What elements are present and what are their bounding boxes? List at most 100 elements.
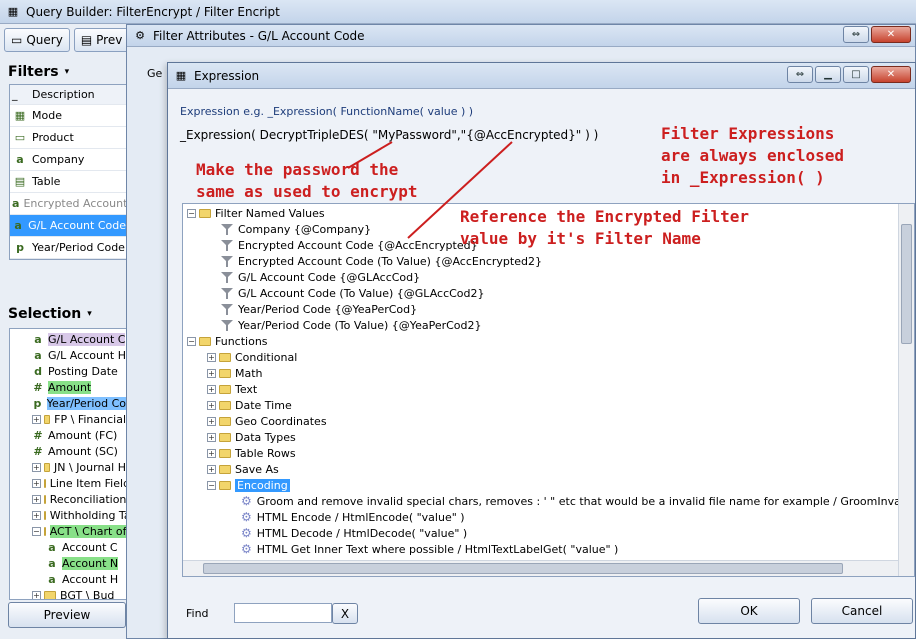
selection-row[interactable]: a Account H <box>10 571 126 587</box>
restore-icon[interactable]: ⇔ <box>787 66 813 83</box>
selection-row[interactable]: + BGT \ Bud <box>10 587 126 600</box>
close-icon[interactable]: ✕ <box>871 66 911 83</box>
selection-row-label: FP \ Financial <box>54 412 126 426</box>
filter-row[interactable]: ▤ Table <box>10 171 126 193</box>
filter-value-item[interactable]: G/L Account Code (To Value) {@GLAccCod2} <box>183 285 914 301</box>
a-icon: a <box>34 332 42 346</box>
filter-row[interactable]: a G/L Account Code <box>10 215 126 237</box>
annotation-reference: Reference the Encrypted Filter value by … <box>460 207 749 248</box>
preview-tab[interactable]: ▤ Prev <box>73 28 130 52</box>
expression-controls: ⇔ ▁ □ ✕ <box>787 66 911 83</box>
filters-header[interactable]: Filters ▾ <box>8 64 69 80</box>
selection-row[interactable]: + FP \ Financial <box>10 411 126 427</box>
selection-row[interactable]: # Amount <box>10 379 126 395</box>
filter-value-label: G/L Account Code (To Value) {@GLAccCod2} <box>238 286 485 300</box>
selection-row-label: BGT \ Bud <box>60 588 115 600</box>
selection-row[interactable]: a Account C <box>10 539 126 555</box>
cancel-button[interactable]: Cancel <box>811 598 913 624</box>
expression-tree: − Filter Named Values Company {@Company}… <box>182 203 915 577</box>
description-column-header[interactable]: Description <box>32 88 95 101</box>
function-group-item[interactable]: + Math <box>183 365 914 381</box>
ok-button[interactable]: OK <box>698 598 800 624</box>
expand-icon[interactable]: + <box>207 368 216 378</box>
find-input[interactable] <box>234 603 332 623</box>
selection-row[interactable]: + Reconciliation <box>10 491 126 507</box>
tree-node-functions[interactable]: − Functions <box>183 333 914 349</box>
selection-row[interactable]: d Posting Date <box>10 363 126 379</box>
scroll-thumb[interactable] <box>901 224 912 344</box>
filter-attr-tab[interactable]: Ge <box>147 67 162 80</box>
filter-row[interactable]: ▭ Product <box>10 127 126 149</box>
encoding-function-label: HTML Decode / HtmlDecode( "value" ) <box>256 526 468 540</box>
selection-row[interactable]: − ACT \ Chart of <box>10 523 126 539</box>
encoding-function-item[interactable]: ⚙ Groom and remove invalid special chars,… <box>183 493 914 509</box>
expand-icon[interactable]: + <box>32 590 41 599</box>
selection-row[interactable]: a G/L Account C <box>10 331 126 347</box>
function-group-item[interactable]: + Text <box>183 381 914 397</box>
function-groups-list: + Conditional + Math + Text + Date Time + Geo Coo… <box>183 349 914 477</box>
selection-row[interactable]: p Year/Period Co <box>10 395 126 411</box>
folder-icon <box>219 464 231 474</box>
query-tab[interactable]: ▭ Query <box>4 28 70 52</box>
close-icon[interactable]: ✕ <box>871 26 911 43</box>
expand-icon[interactable]: + <box>32 494 41 504</box>
expand-icon[interactable]: + <box>32 462 41 472</box>
filter-value-item[interactable]: Year/Period Code {@YeaPerCod} <box>183 301 914 317</box>
tree-horizontal-scrollbar[interactable] <box>183 560 898 576</box>
expand-icon[interactable]: − <box>32 526 41 536</box>
function-group-item[interactable]: + Date Time <box>183 397 914 413</box>
expand-icon[interactable]: + <box>207 464 216 474</box>
collapse-icon[interactable]: − <box>187 336 196 346</box>
expand-icon[interactable]: + <box>32 478 41 488</box>
expand-icon[interactable]: + <box>207 416 216 426</box>
expand-icon[interactable]: + <box>207 352 216 362</box>
function-group-item[interactable]: + Save As <box>183 461 914 477</box>
filter-value-item[interactable]: Encrypted Account Code (To Value) {@AccE… <box>183 253 914 269</box>
a-icon: a <box>16 153 24 166</box>
filter-value-item[interactable]: G/L Account Code {@GLAccCod} <box>183 269 914 285</box>
function-group-item[interactable]: + Conditional <box>183 349 914 365</box>
encoding-function-item[interactable]: ⚙ HTML Get Inner Text where possible / Ht… <box>183 541 914 557</box>
function-group-label: Geo Coordinates <box>235 414 327 428</box>
expand-icon[interactable]: + <box>32 510 41 520</box>
preview-button[interactable]: Preview <box>8 602 126 628</box>
function-group-label: Math <box>235 366 263 380</box>
filter-value-item[interactable]: Year/Period Code (To Value) {@YeaPerCod2… <box>183 317 914 333</box>
funnel-icon <box>221 239 233 251</box>
encoding-function-item[interactable]: ⚙ HTML Decode / HtmlDecode( "value" ) <box>183 525 914 541</box>
function-group-item[interactable]: + Geo Coordinates <box>183 413 914 429</box>
selection-row[interactable]: # Amount (SC) <box>10 443 126 459</box>
tree-vertical-scrollbar[interactable] <box>898 204 914 576</box>
filter-row[interactable]: a Company <box>10 149 126 171</box>
restore-icon[interactable]: ⇔ <box>843 26 869 43</box>
selection-row[interactable]: a Account N <box>10 555 126 571</box>
tree-node-encoding[interactable]: − Encoding <box>183 477 914 493</box>
a-icon: a <box>48 556 56 570</box>
scroll-thumb[interactable] <box>203 563 843 574</box>
expand-icon[interactable]: + <box>207 384 216 394</box>
expand-icon[interactable]: + <box>207 448 216 458</box>
find-clear-button[interactable]: X <box>332 603 358 624</box>
filter-row[interactable]: ▦ Mode <box>10 105 126 127</box>
selection-row[interactable]: a G/L Account H <box>10 347 126 363</box>
filter-row[interactable]: p Year/Period Code <box>10 237 126 259</box>
filter-row[interactable]: a Encrypted Account <box>10 193 126 215</box>
selection-row[interactable]: + Withholding Ta <box>10 507 126 523</box>
expand-icon[interactable]: + <box>32 414 41 424</box>
encoding-function-item[interactable]: ⚙ HTML Encode / HtmlEncode( "value" ) <box>183 509 914 525</box>
collapse-icon[interactable]: − <box>187 208 196 218</box>
chevron-down-icon: ▾ <box>64 67 70 77</box>
function-group-item[interactable]: + Table Rows <box>183 445 914 461</box>
maximize-icon[interactable]: □ <box>843 66 869 83</box>
selection-row[interactable]: + Line Item Fields <box>10 475 126 491</box>
selection-row-label: ACT \ Chart of <box>49 524 127 538</box>
expand-icon[interactable]: + <box>207 432 216 442</box>
selection-row[interactable]: + JN \ Journal H <box>10 459 126 475</box>
collapse-icon[interactable]: − <box>207 480 216 490</box>
expand-icon[interactable]: + <box>207 400 216 410</box>
minimize-icon[interactable]: ▁ <box>815 66 841 83</box>
folder-icon <box>43 478 46 488</box>
function-group-item[interactable]: + Data Types <box>183 429 914 445</box>
selection-header[interactable]: Selection ▾ <box>8 306 92 322</box>
selection-row[interactable]: # Amount (FC) <box>10 427 126 443</box>
